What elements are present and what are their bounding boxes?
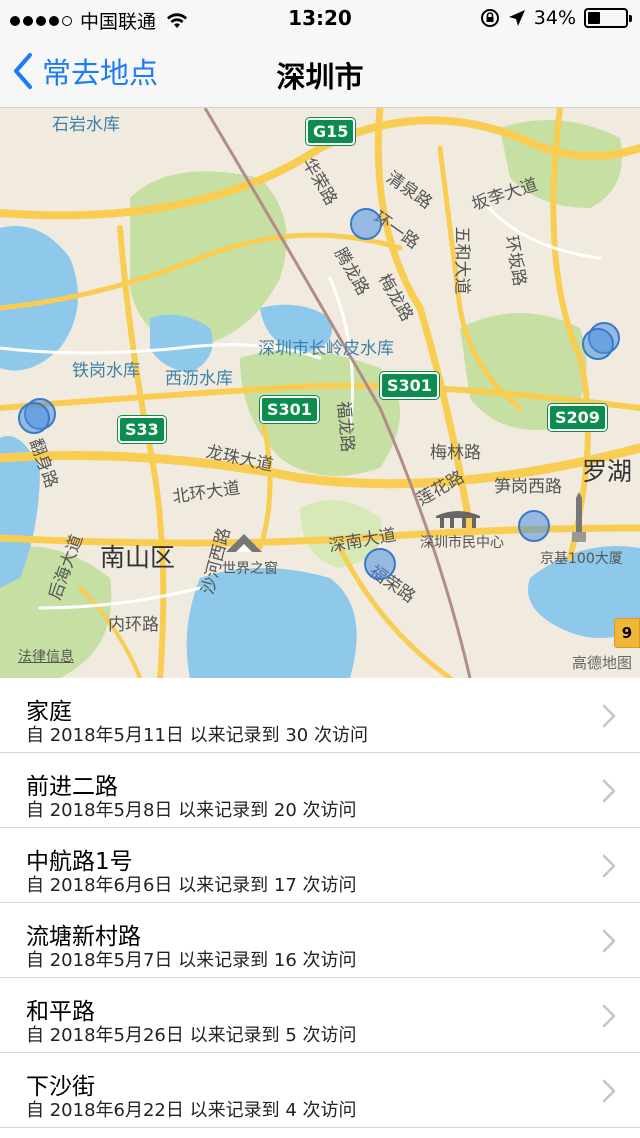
status-right: 34% [480, 7, 632, 29]
map-label-wuhe: 五和大道 [451, 226, 472, 295]
place-marker[interactable] [518, 510, 550, 542]
chevron-right-icon [602, 854, 616, 878]
rotation-lock-icon [480, 9, 499, 27]
place-marker[interactable] [18, 402, 50, 434]
battery-icon [584, 8, 632, 28]
place-visit-detail: 自 2018年6月6日 以来记录到 17 次访问 [26, 875, 357, 896]
place-visit-detail: 自 2018年6月22日 以来记录到 4 次访问 [26, 1100, 357, 1121]
map-label-changling: 深圳市长岭皮水库 [258, 339, 394, 359]
place-row[interactable]: 下沙街自 2018年6月22日 以来记录到 4 次访问 [0, 1053, 640, 1128]
place-visit-detail: 自 2018年5月26日 以来记录到 5 次访问 [26, 1025, 357, 1046]
map-label-xili: 西沥水库 [165, 369, 233, 389]
map-label-window: 世界之窗 [222, 561, 278, 577]
place-row[interactable]: 中航路1号自 2018年6月6日 以来记录到 17 次访问 [0, 828, 640, 903]
shield-s209: S209 [548, 404, 607, 431]
place-marker[interactable] [350, 208, 382, 240]
map-label-neihuan: 内环路 [108, 615, 159, 635]
map-label-fuhuo: 福龙路 [332, 400, 358, 453]
place-marker[interactable] [582, 328, 614, 360]
shield-g15: G15 [306, 118, 356, 145]
tower-landmark-icon [572, 492, 586, 542]
place-marker[interactable] [364, 548, 396, 580]
place-row[interactable]: 家庭自 2018年5月11日 以来记录到 30 次访问 [0, 678, 640, 753]
shield-s301-west: S301 [260, 396, 319, 423]
places-list: 家庭自 2018年5月11日 以来记录到 30 次访问 前进二路自 2018年5月… [0, 678, 640, 1128]
civic-center-landmark-icon [436, 511, 480, 528]
page-title: 深圳市 [276, 60, 364, 94]
battery-fill [588, 12, 600, 24]
map-label-kingkey: 京基100大厦 [540, 551, 623, 567]
place-visit-detail: 自 2018年5月7日 以来记录到 16 次访问 [26, 950, 357, 971]
legal-info-link[interactable]: 法律信息 [18, 646, 74, 666]
nav-bar: 常去地点 深圳市 [0, 36, 640, 108]
shield-s33: S33 [118, 416, 166, 443]
map-label-sungang: 笋岗西路 [494, 477, 562, 497]
place-row[interactable]: 流塘新村路自 2018年5月7日 以来记录到 16 次访问 [0, 903, 640, 978]
chevron-right-icon [602, 1079, 616, 1103]
place-row[interactable]: 前进二路自 2018年5月8日 以来记录到 20 次访问 [0, 753, 640, 828]
map-label-civic: 深圳市民中心 [420, 535, 504, 551]
place-visit-detail: 自 2018年5月11日 以来记录到 30 次访问 [26, 725, 368, 746]
pyramid-landmark-icon [226, 534, 262, 552]
place-visit-detail: 自 2018年5月8日 以来记录到 20 次访问 [26, 800, 357, 821]
shield-s301-east: S301 [380, 372, 439, 399]
road-number-badge: 9 [614, 618, 640, 648]
map-view[interactable]: 石岩水库 铁岗水库 西沥水库 深圳市长岭皮水库 清泉路 环一路 梅龙路 腾龙路 … [0, 108, 640, 678]
map-label-luohu: 罗湖 [582, 457, 633, 486]
location-arrow-icon [508, 10, 525, 26]
map-label-nanshan: 南山区 [100, 543, 176, 572]
map-attribution: 高德地图 [571, 654, 632, 672]
chevron-right-icon [602, 1004, 616, 1028]
status-bar: 中国联通 13:20 34% [0, 0, 640, 36]
chevron-right-icon [602, 779, 616, 803]
chevron-right-icon [602, 929, 616, 953]
chevron-right-icon [602, 704, 616, 728]
map-label-shiyan: 石岩水库 [52, 115, 120, 135]
map-label-meilin: 梅林路 [430, 443, 481, 463]
battery-percent: 34% [533, 7, 576, 29]
place-row[interactable]: 和平路自 2018年5月26日 以来记录到 5 次访问 [0, 978, 640, 1053]
map-label-tiegang: 铁岗水库 [72, 361, 140, 381]
